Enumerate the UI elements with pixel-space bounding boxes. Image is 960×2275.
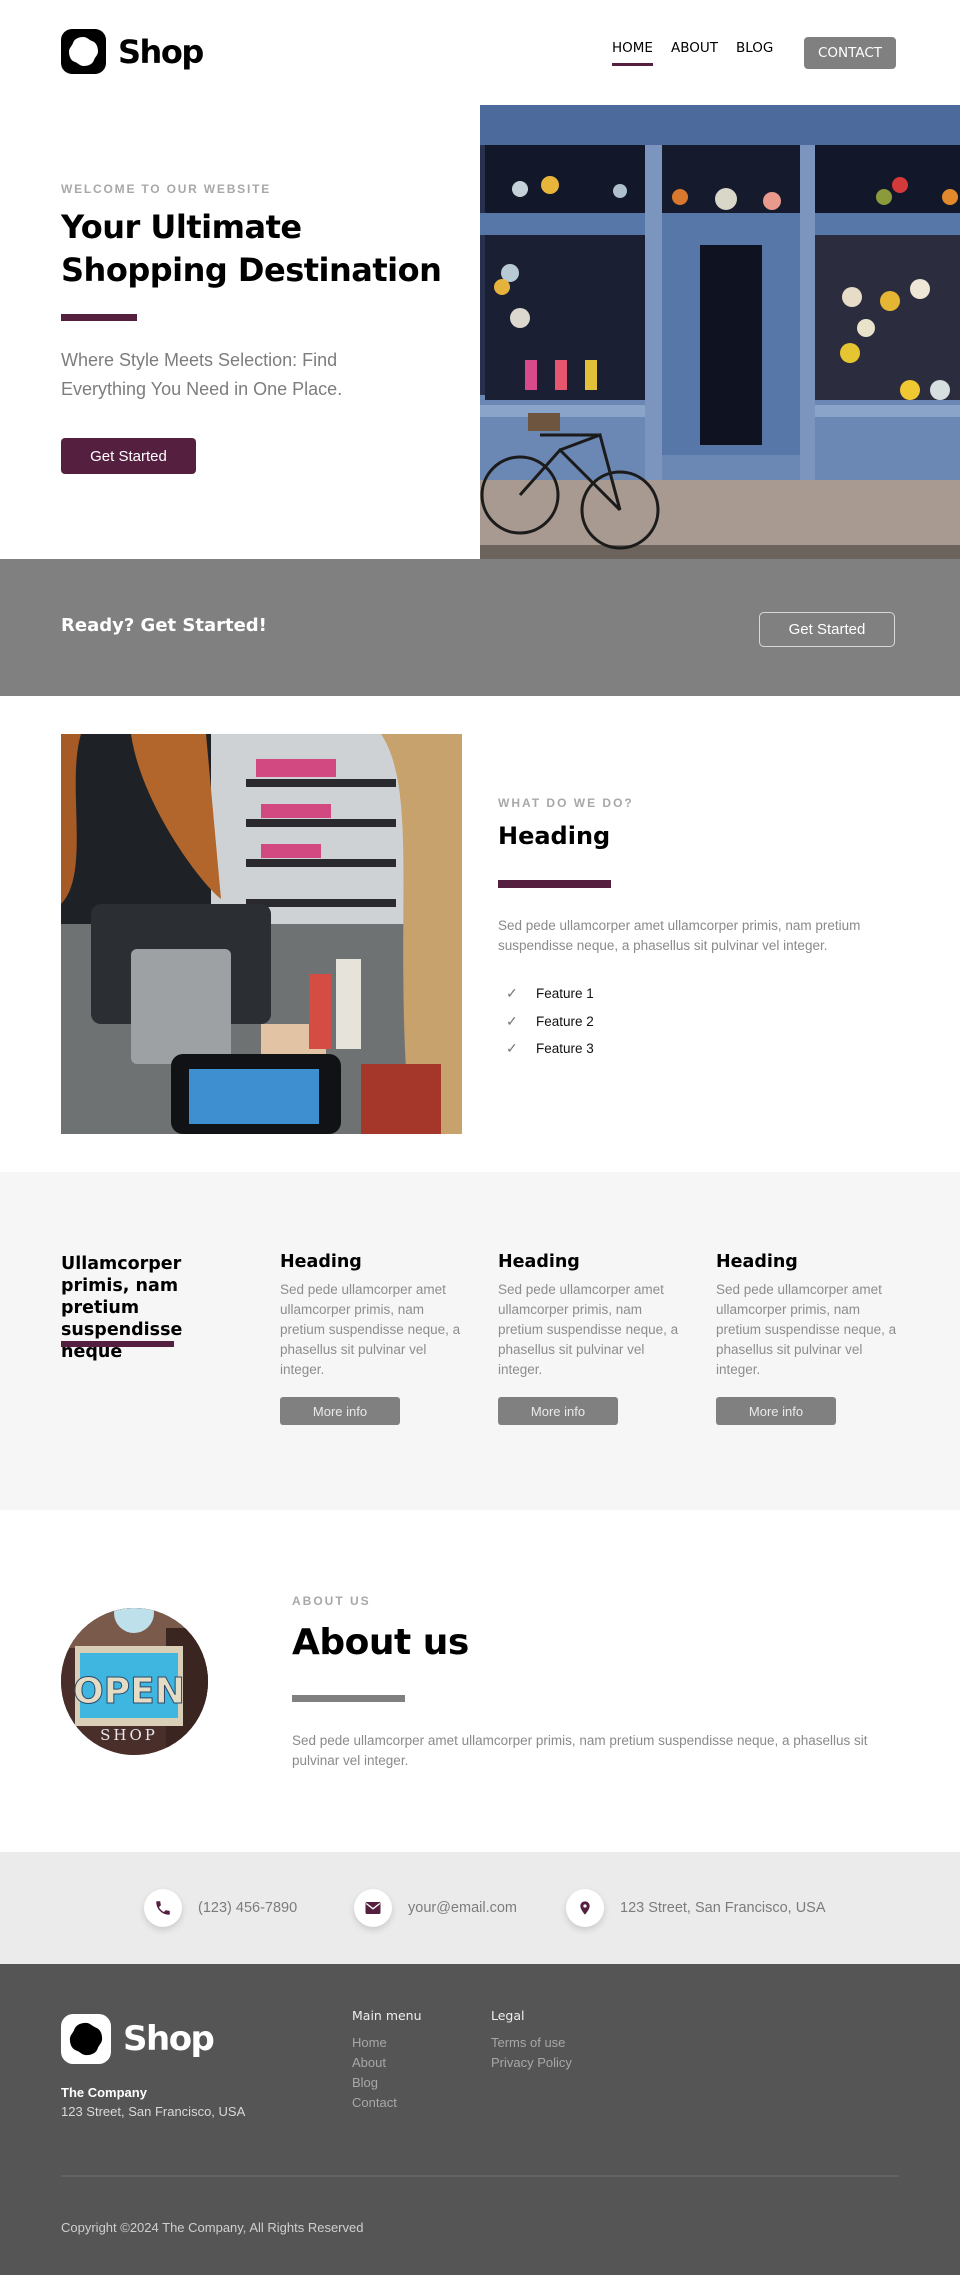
feature-label: Feature 3	[536, 1041, 594, 1057]
what-we-do-text: Sed pede ullamcorper amet ullamcorper pr…	[498, 918, 861, 953]
footer-link-about[interactable]: About	[352, 2053, 422, 2073]
more-info-button[interactable]: More info	[498, 1397, 618, 1425]
hero-eyebrow: WELCOME TO OUR WEBSITE	[61, 182, 272, 196]
logo-mark-icon	[61, 29, 106, 74]
nav-home[interactable]: HOME	[612, 40, 653, 66]
feature-item: ✓ Feature 1	[498, 980, 594, 1008]
info-card: Heading Sed pede ullamcorper amet ullamc…	[716, 1252, 906, 1425]
info-card-text: Sed pede ullamcorper amet ullamcorper pr…	[716, 1282, 897, 1377]
contact-address[interactable]: 123 Street, San Francisco, USA	[566, 1889, 826, 1927]
info-card: Heading Sed pede ullamcorper amet ullamc…	[280, 1252, 470, 1425]
logo-text: Shop	[118, 32, 204, 71]
feature-label: Feature 1	[536, 986, 594, 1002]
footer-divider	[61, 2175, 899, 2177]
info-card: Heading Sed pede ullamcorper amet ullamc…	[498, 1252, 688, 1425]
checkout-image	[61, 734, 462, 1134]
storefront-illustration	[480, 105, 960, 559]
info-card-text: Sed pede ullamcorper amet ullamcorper pr…	[280, 1282, 461, 1377]
check-icon: ✓	[506, 1012, 518, 1029]
check-icon: ✓	[506, 1040, 518, 1057]
what-we-do-heading: Heading	[498, 822, 611, 850]
about-eyebrow: ABOUT US	[292, 1594, 371, 1608]
check-icon: ✓	[506, 985, 518, 1002]
info-card-heading: Heading	[280, 1252, 362, 1272]
logo[interactable]: Shop	[61, 29, 204, 74]
info-card-heading: Heading	[498, 1252, 580, 1272]
what-we-do-eyebrow: WHAT DO WE DO?	[498, 796, 634, 810]
feature-item: ✓ Feature 2	[498, 1008, 594, 1036]
main-nav: HOME ABOUT BLOG	[612, 40, 791, 66]
what-we-do-divider	[498, 880, 611, 888]
footer-logo-mark-icon	[61, 2014, 111, 2064]
more-info-button[interactable]: More info	[716, 1397, 836, 1425]
footer-company: The Company	[61, 2085, 147, 2100]
nav-about[interactable]: ABOUT	[671, 40, 718, 66]
about-text: Sed pede ullamcorper amet ullamcorper pr…	[292, 1733, 868, 1768]
about-open-sign-image: OPEN SHOP	[61, 1608, 208, 1755]
info-card-text: Sed pede ullamcorper amet ullamcorper pr…	[498, 1282, 679, 1377]
contact-email-text: your@email.com	[408, 1900, 517, 1916]
hero-divider	[61, 314, 137, 321]
footer-logo[interactable]: Shop	[61, 2014, 215, 2064]
footer-link-home[interactable]: Home	[352, 2033, 422, 2053]
footer-main-menu: Main menu Home About Blog Contact	[352, 2008, 422, 2113]
footer-legal: Legal Terms of use Privacy Policy	[491, 2008, 572, 2073]
footer-address: 123 Street, San Francisco, USA	[61, 2104, 246, 2119]
shop-sign-text: SHOP	[100, 1726, 158, 1744]
phone-icon	[144, 1889, 182, 1927]
contact-button[interactable]: CONTACT	[804, 37, 896, 69]
map-pin-icon	[566, 1889, 604, 1927]
contact-phone-text: (123) 456-7890	[198, 1900, 298, 1916]
footer-link-privacy[interactable]: Privacy Policy	[491, 2053, 572, 2073]
checkout-illustration	[61, 734, 462, 1134]
ready-text: Ready? Get Started!	[61, 615, 267, 636]
about-title: About us	[292, 1622, 469, 1663]
about-divider	[292, 1695, 405, 1702]
hero-title: Your Ultimate Shopping Destination	[61, 208, 442, 289]
footer-logo-text: Shop	[123, 2019, 215, 2059]
feature-item: ✓ Feature 3	[498, 1035, 594, 1063]
footer-link-contact[interactable]: Contact	[352, 2093, 422, 2113]
info-section-divider	[61, 1341, 174, 1347]
open-sign-illustration: OPEN SHOP	[61, 1608, 208, 1755]
open-sign-text: OPEN	[73, 1671, 185, 1712]
contact-address-text: 123 Street, San Francisco, USA	[620, 1900, 826, 1916]
feature-label: Feature 2	[536, 1013, 594, 1029]
footer-copyright: Copyright ©2024 The Company, All Rights …	[61, 2220, 364, 2235]
site-header: Shop HOME ABOUT BLOG CONTACT	[0, 0, 960, 105]
hero-subtitle: Where Style Meets Selection: Find Everyt…	[61, 350, 343, 399]
footer-legal-heading: Legal	[491, 2008, 525, 2023]
footer-link-blog[interactable]: Blog	[352, 2073, 422, 2093]
ready-get-started-button[interactable]: Get Started	[759, 612, 895, 647]
envelope-icon	[354, 1889, 392, 1927]
info-card-heading: Heading	[716, 1252, 798, 1272]
nav-blog[interactable]: BLOG	[736, 40, 773, 66]
contact-phone[interactable]: (123) 456-7890	[144, 1889, 297, 1927]
contact-email[interactable]: your@email.com	[354, 1889, 517, 1927]
feature-list: ✓ Feature 1 ✓ Feature 2 ✓ Feature 3	[498, 980, 594, 1063]
footer-link-terms[interactable]: Terms of use	[491, 2033, 572, 2053]
more-info-button[interactable]: More info	[280, 1397, 400, 1425]
footer-main-menu-heading: Main menu	[352, 2008, 422, 2023]
hero-get-started-button[interactable]: Get Started	[61, 438, 196, 474]
hero-storefront-image	[480, 105, 960, 559]
